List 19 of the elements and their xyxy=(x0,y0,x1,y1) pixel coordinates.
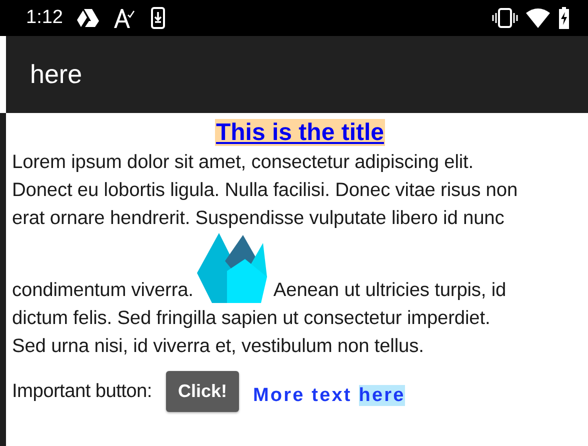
vibrate-icon xyxy=(492,8,518,28)
text-line: erat ornare hendrerit. Suspendisse vulputate libero id nunc xyxy=(12,207,504,231)
logo-icon xyxy=(197,233,268,305)
battery-icon xyxy=(558,7,570,29)
text-line: Lorem ipsum dolor sit amet, consectetur adipiscing elit. xyxy=(12,151,474,175)
wifi-icon xyxy=(526,8,550,28)
button-label: Important button: xyxy=(12,380,152,402)
more-text-link[interactable]: More text here xyxy=(253,376,406,406)
app-title: here xyxy=(30,59,82,90)
download-icon xyxy=(150,7,165,29)
text-line: condimentum viverra. xyxy=(12,279,194,303)
text-line: Donect eu lobortis ligula. Nulla facilisi. Donec vitae risus non xyxy=(12,179,518,203)
text-line: Sed urna nisi, id viverra et, vestibulum non tellus. xyxy=(12,335,424,359)
text-line: Aenean ut ultricies turpis, id xyxy=(273,279,506,303)
text-line: dictum felis. Sed fringilla sapien ut consectetur imperdiet. xyxy=(12,307,490,331)
spellcheck-icon xyxy=(112,7,137,29)
clock: 1:12 xyxy=(26,7,63,29)
page-title: This is the title xyxy=(214,119,386,146)
click-button[interactable]: Click! xyxy=(166,371,239,412)
